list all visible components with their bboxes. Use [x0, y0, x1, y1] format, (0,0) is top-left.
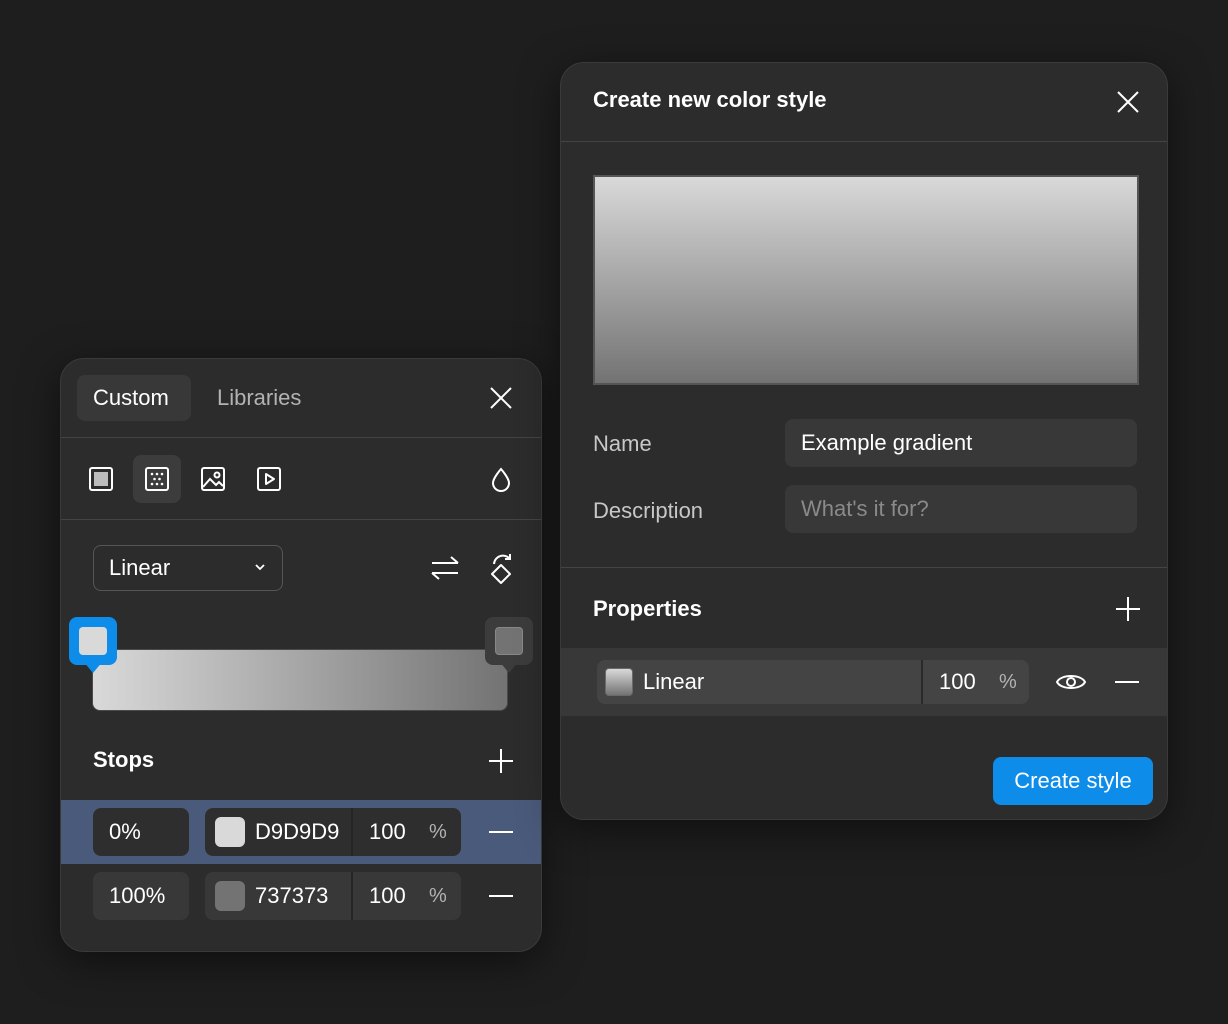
gradient-bar[interactable]	[92, 649, 508, 711]
stops-title: Stops	[93, 747, 155, 772]
stop-color-field[interactable]: 737373 100 %	[205, 872, 461, 920]
gradient-stop-handle-start[interactable]	[69, 617, 117, 673]
gradient-type-value: Linear	[109, 555, 171, 580]
add-property-icon[interactable]	[1112, 593, 1144, 625]
create-color-style-dialog: Create new color style Name Description …	[560, 62, 1168, 820]
image-fill-icon[interactable]	[189, 455, 237, 503]
color-picker-panel: Custom Libraries Linear Stops 0% D9D9D9 …	[60, 358, 542, 952]
tab-custom[interactable]: Custom	[77, 375, 191, 421]
fill-opacity-value[interactable]: 100	[939, 660, 976, 704]
fill-type-label: Linear	[643, 669, 705, 694]
stop-row[interactable]: 0% D9D9D9 100 %	[61, 800, 541, 864]
dialog-title: Create new color style	[593, 87, 827, 112]
stop-position-field[interactable]: 100%	[93, 872, 189, 920]
solid-fill-icon[interactable]	[77, 455, 125, 503]
remove-stop-icon[interactable]	[485, 816, 517, 848]
opacity-unit: %	[429, 821, 447, 843]
property-row: Linear 100 %	[561, 648, 1167, 716]
eye-icon[interactable]	[1053, 664, 1089, 700]
tab-libraries[interactable]: Libraries	[201, 375, 317, 421]
name-field[interactable]	[785, 419, 1137, 467]
blend-mode-icon[interactable]	[477, 455, 525, 503]
video-fill-icon[interactable]	[245, 455, 293, 503]
opacity-unit: %	[999, 671, 1017, 693]
fill-property-field[interactable]: Linear 100 %	[597, 660, 1029, 704]
gradient-fill-icon[interactable]	[133, 455, 181, 503]
gradient-stop-handle-end[interactable]	[485, 617, 533, 673]
chevron-down-icon	[254, 561, 266, 573]
stop-row[interactable]: 100% 737373 100 %	[61, 864, 541, 928]
stop-position-field[interactable]: 0%	[93, 808, 189, 856]
color-swatch[interactable]	[215, 881, 245, 911]
close-icon[interactable]	[485, 382, 517, 414]
close-icon[interactable]	[1112, 86, 1144, 118]
stop-opacity-value[interactable]: 100	[369, 872, 406, 920]
color-swatch[interactable]	[215, 817, 245, 847]
flip-gradient-icon[interactable]	[427, 550, 463, 586]
stop-color-field[interactable]: D9D9D9 100 %	[205, 808, 461, 856]
name-label: Name	[593, 431, 652, 456]
remove-property-icon[interactable]	[1109, 664, 1145, 700]
stop-hex-value[interactable]: 737373	[255, 872, 328, 920]
remove-stop-icon[interactable]	[485, 880, 517, 912]
stop-opacity-value[interactable]: 100	[369, 808, 406, 856]
fill-swatch[interactable]	[605, 668, 633, 696]
properties-title: Properties	[593, 596, 702, 621]
opacity-unit: %	[429, 885, 447, 907]
stop-hex-value[interactable]: D9D9D9	[255, 808, 339, 856]
create-style-button[interactable]: Create style	[993, 757, 1153, 805]
description-field[interactable]	[785, 485, 1137, 533]
description-label: Description	[593, 498, 704, 523]
rotate-gradient-icon[interactable]	[483, 550, 519, 586]
gradient-preview	[593, 175, 1139, 385]
gradient-type-select[interactable]: Linear	[93, 545, 283, 591]
add-stop-icon[interactable]	[485, 745, 517, 777]
